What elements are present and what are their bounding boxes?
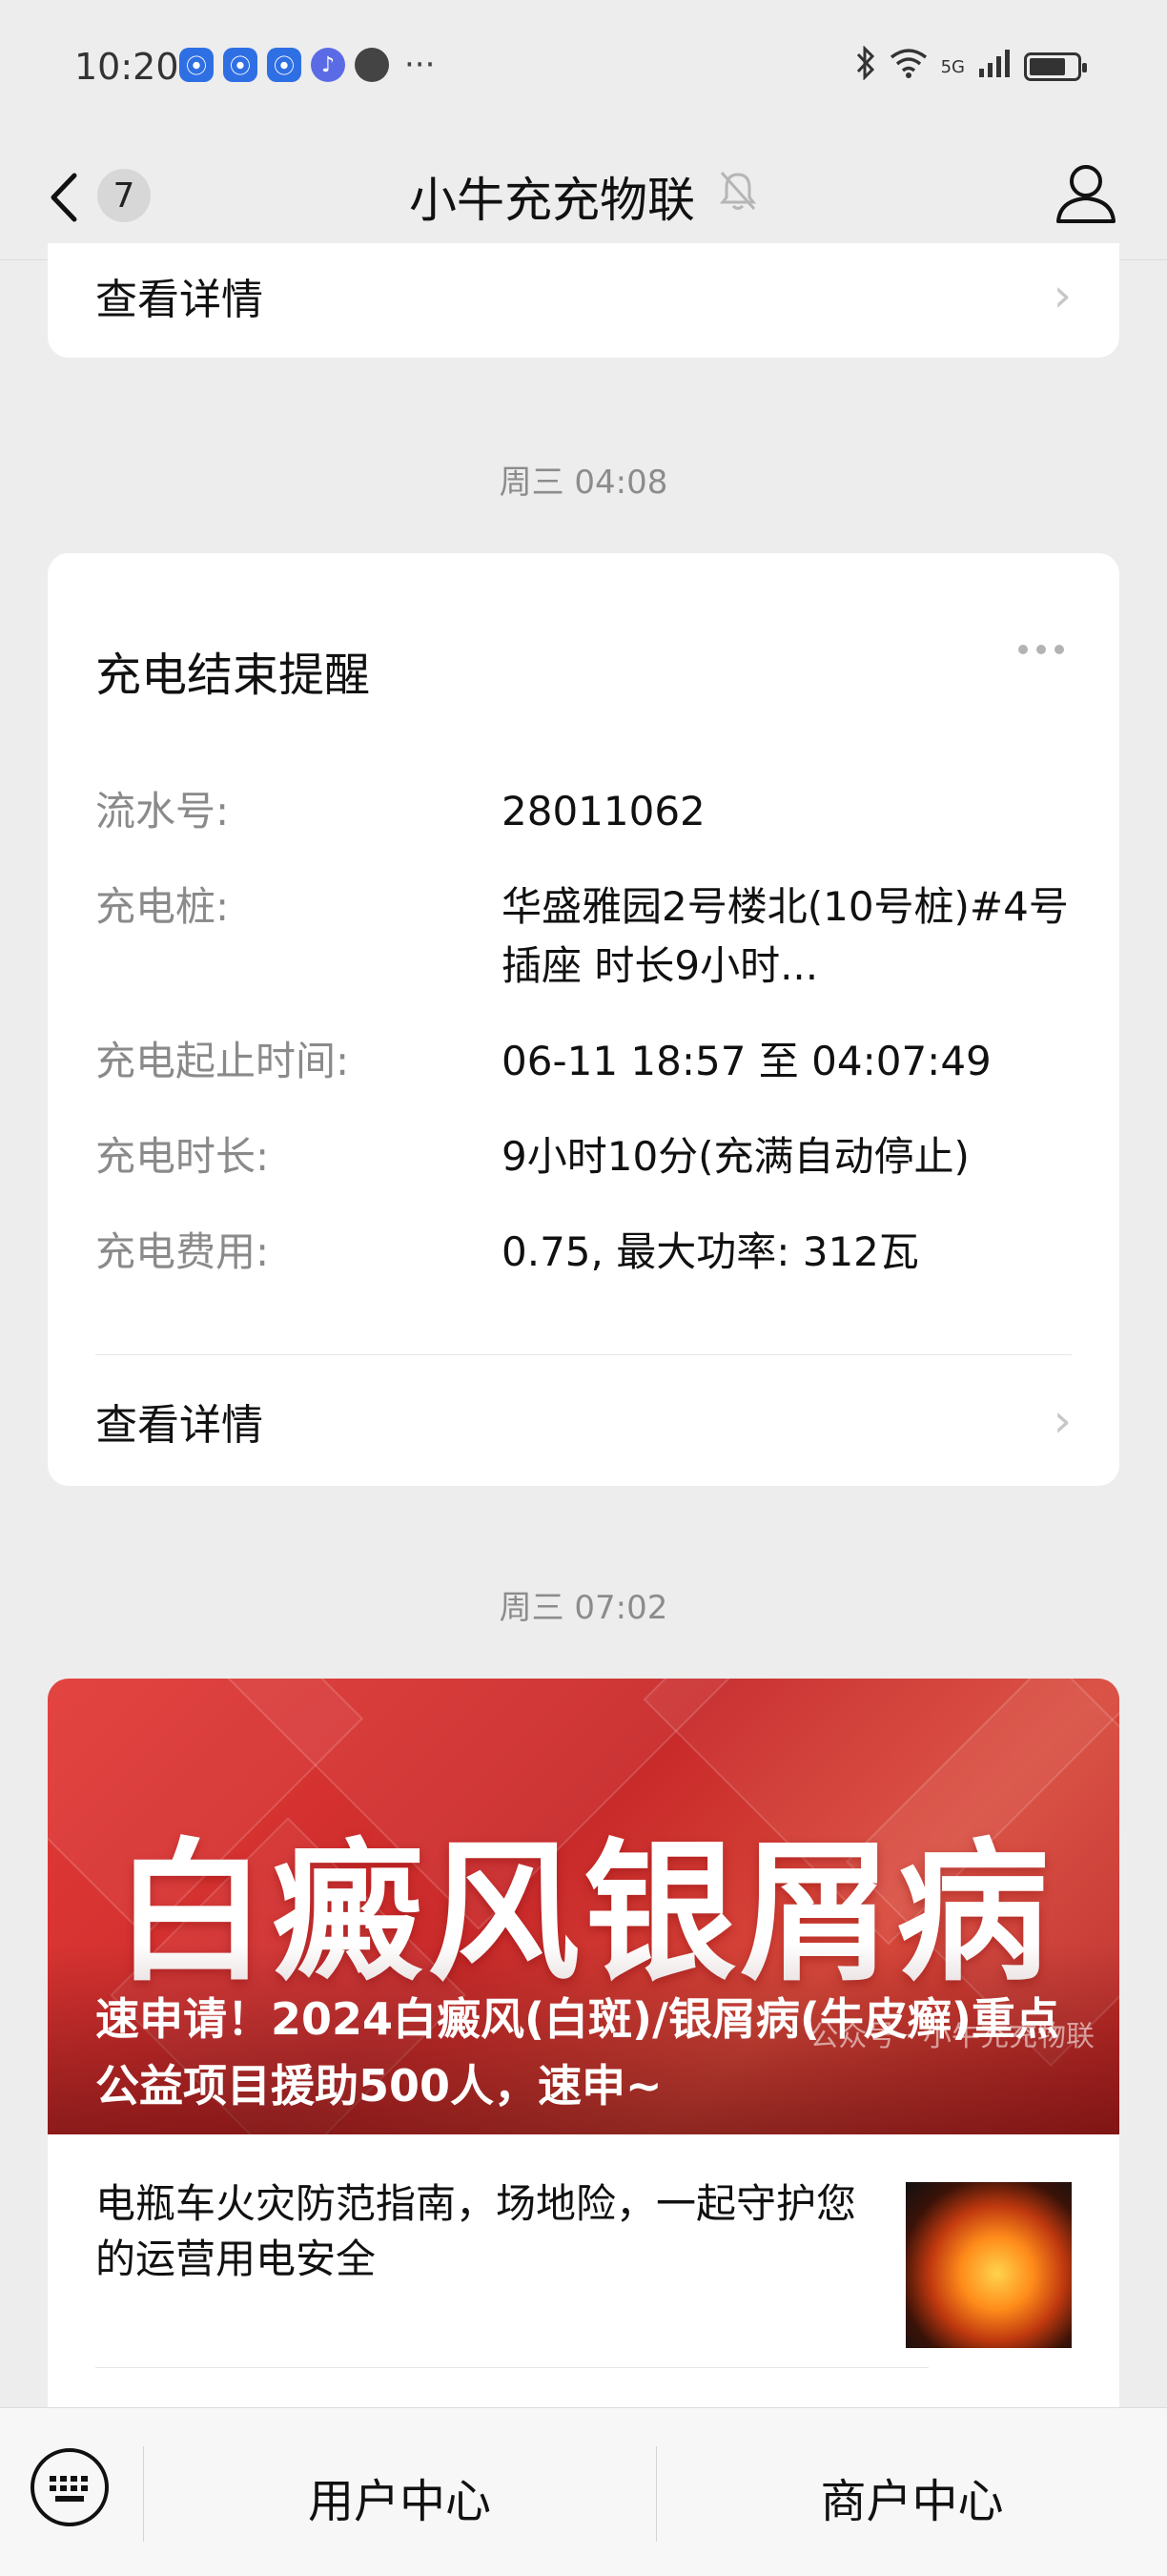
page-title: 小牛充充物联 <box>409 173 695 228</box>
detail-label: 流水号: <box>95 788 230 835</box>
view-details-label: 查看详情 <box>95 1401 263 1450</box>
notification-icons: ⦿ ⦿ ⦿ ♪ ··· <box>179 46 435 84</box>
timestamp: 周三 04:08 <box>499 464 668 502</box>
baidu-icon: ⦿ <box>267 48 301 82</box>
timestamp: 周三 07:02 <box>499 1589 668 1627</box>
sub-article-title[interactable]: 电瓶车火灾防范指南，场地险，一起守护您的运营用电安全 <box>95 2176 858 2287</box>
profile-button[interactable] <box>1053 160 1119 227</box>
battery-level <box>1030 58 1066 75</box>
signal-icon <box>978 48 1011 86</box>
menu-user-center[interactable]: 用户中心 <box>144 2463 655 2530</box>
article-card[interactable]: 白癜风银屑病 速申请！2024白癜风(白斑)/银屑病(牛皮癣)重点公益项目援助5… <box>48 1679 1119 2422</box>
music-icon: ♪ <box>311 48 345 82</box>
baidu-icon: ⦿ <box>223 48 257 82</box>
detail-label: 充电桩: <box>95 883 230 930</box>
keyboard-icon <box>31 2448 109 2526</box>
bottom-menu: 用户中心 商户中心 <box>0 2407 1167 2576</box>
article-watermark: 公众号 · 小牛充充物联 <box>809 2020 1095 2053</box>
view-details-link[interactable]: 查看详情 › <box>48 1356 1119 1486</box>
status-bar: 10:20 ⦿ ⦿ ⦿ ♪ ··· 5G <box>0 0 1167 134</box>
card-title: 充电结束提醒 <box>95 649 371 702</box>
detail-value: 9小时10分(充满自动停止) <box>502 1133 970 1180</box>
charge-end-card[interactable]: 充电结束提醒 流水号: 28011062 充电桩: 华盛雅园2号楼北(10号桩)… <box>48 553 1119 1486</box>
article-banner[interactable]: 白癜风银屑病 速申请！2024白癜风(白斑)/银屑病(牛皮癣)重点公益项目援助5… <box>48 1679 1119 2134</box>
chat-header: 7 小牛充充物联 <box>0 134 1167 260</box>
detail-value: 华盛雅园2号楼北(10号桩)#4号插座 时长9小时... <box>502 883 1069 989</box>
sub-article-thumbnail[interactable] <box>906 2182 1072 2348</box>
divider <box>95 1354 1072 1355</box>
detail-value: 28011062 <box>502 788 706 835</box>
view-details-label: 查看详情 <box>95 276 263 324</box>
previous-message-card: 查看详情 › <box>48 243 1119 358</box>
detail-label: 充电起止时间: <box>95 1038 350 1084</box>
wifi-icon <box>890 48 928 86</box>
more-notifications: ··· <box>404 46 436 84</box>
divider <box>95 2367 929 2368</box>
detail-label: 充电时长: <box>95 1133 270 1180</box>
keyboard-button[interactable] <box>29 2446 111 2528</box>
menu-merchant-center[interactable]: 商户中心 <box>657 2463 1167 2530</box>
chevron-right-icon: › <box>1053 1394 1072 1448</box>
status-time: 10:20 <box>74 46 179 88</box>
detail-value: 06-11 18:57 至 04:07:49 <box>502 1038 992 1084</box>
more-options-icon[interactable] <box>1018 645 1064 654</box>
detail-value: 0.75, 最大功率: 312瓦 <box>502 1228 919 1275</box>
profile-icon <box>1056 165 1116 223</box>
page-title-wrap: 小牛充充物联 <box>0 162 1167 231</box>
chevron-right-icon: › <box>1053 269 1072 322</box>
detail-label: 充电费用: <box>95 1228 270 1275</box>
chat-icon <box>355 48 389 82</box>
view-details-link[interactable]: 查看详情 › <box>48 248 1119 343</box>
system-icons: 5G <box>855 45 1087 88</box>
mute-bell-icon <box>718 169 758 224</box>
battery-icon <box>1024 52 1087 81</box>
bluetooth-icon <box>855 45 876 88</box>
baidu-icon: ⦿ <box>179 48 214 82</box>
network-type: 5G <box>940 56 965 77</box>
